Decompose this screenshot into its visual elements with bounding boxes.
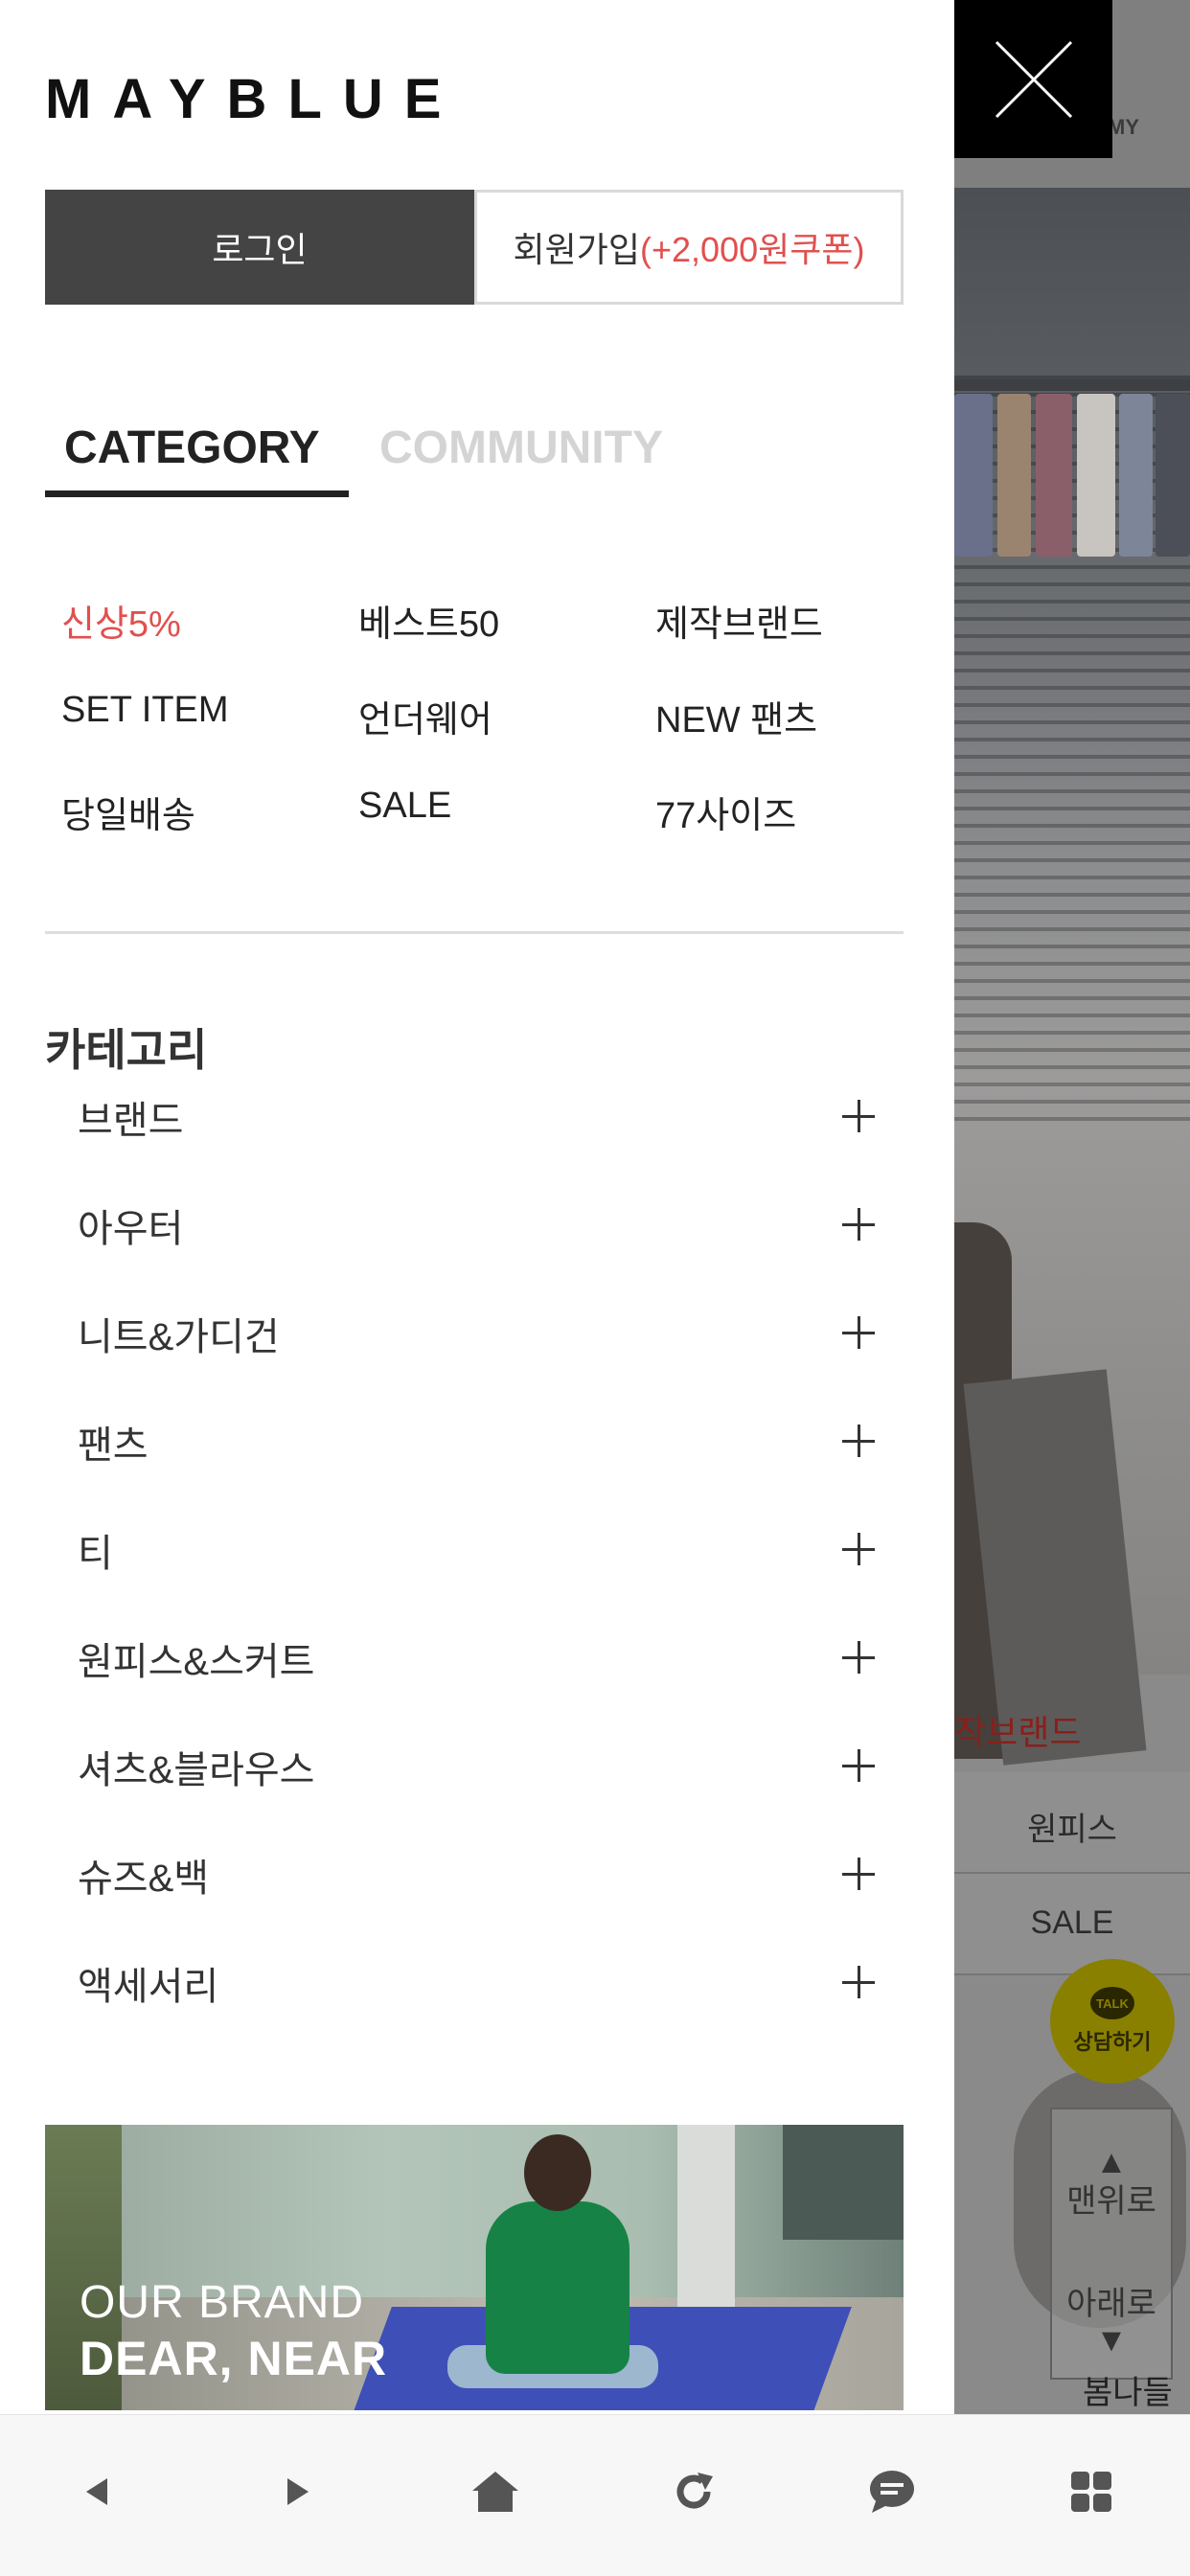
tab-community[interactable]: COMMUNITY <box>379 422 663 474</box>
quick-link-sale[interactable]: SALE <box>358 786 451 827</box>
plus-icon[interactable] <box>842 1966 875 1998</box>
quick-link-own-brand[interactable]: 제작브랜드 <box>655 594 823 647</box>
category-item-shoes-bags[interactable]: 슈즈&백 <box>45 1840 904 1949</box>
quick-link-set-item[interactable]: SET ITEM <box>61 690 229 731</box>
talk-icon: TALK <box>1090 1987 1134 2019</box>
tab-category[interactable]: CATEGORY <box>64 422 320 474</box>
talk-label: 상담하기 <box>1073 2030 1152 2054</box>
category-item-shirts[interactable]: 셔츠&블라우스 <box>45 1732 904 1840</box>
plus-icon[interactable] <box>842 1425 875 1457</box>
category-label: 슈즈&백 <box>78 1858 210 1900</box>
login-button[interactable]: 로그인 <box>45 190 474 305</box>
chat-icon[interactable] <box>854 2453 930 2530</box>
bg-band-dress: 원피스 <box>954 1772 1190 1874</box>
bg-hero-photo <box>954 188 1190 1766</box>
close-icon <box>995 40 1073 119</box>
background-page: MY 작브랜드 원피스 SALE TALK 상담하기 ▲ 맨위로 아래로 ▼ 봄… <box>954 0 1190 2414</box>
grid-menu-icon[interactable] <box>1053 2453 1130 2530</box>
plus-icon[interactable] <box>842 1100 875 1132</box>
scroll-top-button[interactable]: 맨위로 <box>1052 2175 1171 2222</box>
scroll-controls: ▲ 맨위로 아래로 ▼ <box>1050 2108 1173 2380</box>
home-icon[interactable] <box>457 2453 534 2530</box>
category-item-pants[interactable]: 팬츠 <box>45 1407 904 1516</box>
close-button[interactable] <box>954 0 1112 158</box>
forward-icon[interactable] <box>259 2453 335 2530</box>
category-label: 티 <box>78 1533 113 1575</box>
banner-title-line2: DEAR, NEAR <box>80 2332 388 2385</box>
category-item-knit[interactable]: 니트&가디건 <box>45 1299 904 1407</box>
signup-coupon-label: (+2,000원쿠폰) <box>640 230 865 269</box>
plus-icon[interactable] <box>842 1208 875 1241</box>
bg-brand-text: 작브랜드 <box>954 1713 1082 1752</box>
category-item-outer[interactable]: 아우터 <box>45 1191 904 1299</box>
active-tab-indicator <box>45 490 349 497</box>
side-menu-drawer: MAYBLUE 로그인 회원가입 (+2,000원쿠폰) CATEGORY COM… <box>0 0 954 2414</box>
quick-link-new[interactable]: 신상5% <box>61 594 181 647</box>
talk-consult-button[interactable]: TALK 상담하기 <box>1050 1959 1175 2084</box>
plus-icon[interactable] <box>842 1858 875 1890</box>
scroll-down-button[interactable]: 아래로 <box>1052 2277 1171 2324</box>
quick-link-best50[interactable]: 베스트50 <box>358 594 499 647</box>
quick-link-same-day[interactable]: 당일배송 <box>61 786 195 838</box>
banner-title-line1: OUR BRAND <box>80 2277 365 2328</box>
arrow-down-icon[interactable]: ▼ <box>1052 2322 1171 2359</box>
category-label: 액세서리 <box>78 1966 219 2008</box>
category-label: 원피스&스커트 <box>78 1641 315 1683</box>
browser-bottom-bar <box>0 2414 1190 2576</box>
category-label: 셔츠&블라우스 <box>78 1749 315 1791</box>
plus-icon[interactable] <box>842 1316 875 1349</box>
plus-icon[interactable] <box>842 1533 875 1565</box>
plus-icon[interactable] <box>842 1641 875 1674</box>
category-label: 팬츠 <box>78 1425 149 1467</box>
refresh-icon[interactable] <box>655 2453 732 2530</box>
bg-bottom-text: 봄나들이 <box>1083 2375 1173 2411</box>
quick-link-underwear[interactable]: 언더웨어 <box>358 690 492 742</box>
category-item-brand[interactable]: 브랜드 <box>45 1083 904 1191</box>
category-label: 아우터 <box>78 1208 184 1250</box>
bg-band-sale: SALE <box>954 1874 1190 1975</box>
category-item-tee[interactable]: 티 <box>45 1516 904 1624</box>
signup-button[interactable]: 회원가입 (+2,000원쿠폰) <box>474 190 904 305</box>
brand-logo[interactable]: MAYBLUE <box>45 67 462 131</box>
category-heading: 카테고리 <box>45 1025 208 1075</box>
category-label: 니트&가디건 <box>78 1316 280 1358</box>
brand-banner[interactable]: OUR BRAND DEAR, NEAR <box>45 2125 904 2410</box>
quick-link-size77[interactable]: 77사이즈 <box>655 786 796 838</box>
category-label: 브랜드 <box>78 1100 184 1142</box>
plus-icon[interactable] <box>842 1749 875 1782</box>
category-item-dress-skirt[interactable]: 원피스&스커트 <box>45 1624 904 1732</box>
category-item-accessories[interactable]: 액세서리 <box>45 1949 904 2057</box>
quick-link-new-pants[interactable]: NEW 팬츠 <box>655 690 817 742</box>
back-icon[interactable] <box>59 2453 136 2530</box>
divider <box>45 931 904 934</box>
signup-label: 회원가입 <box>513 230 641 269</box>
